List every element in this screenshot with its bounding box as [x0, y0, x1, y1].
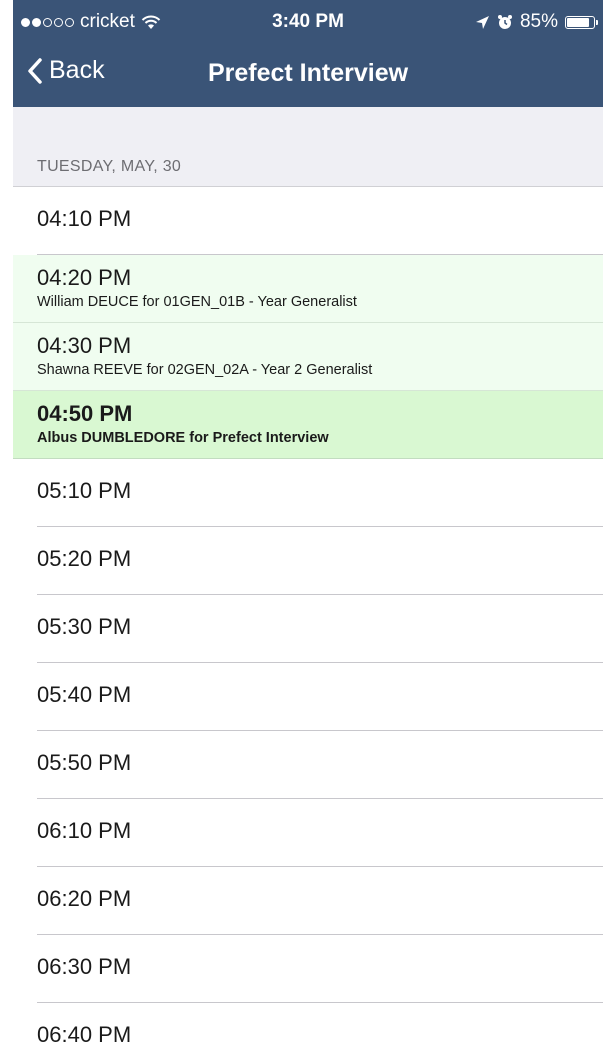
slot-time: 04:20 PM [37, 265, 132, 290]
time-slot-row[interactable]: 06:40 PM [13, 1003, 603, 1054]
slot-time: 06:30 PM [37, 954, 132, 979]
time-slot-row[interactable]: 05:40 PM [13, 663, 603, 731]
time-slot-row[interactable]: 04:10 PM [13, 187, 603, 255]
slot-booking-detail: Shawna REEVE for 02GEN_02A - Year 2 Gene… [37, 362, 373, 378]
time-slot-row[interactable]: 06:30 PM [13, 935, 603, 1003]
status-right-group: 85% [475, 11, 598, 33]
time-slot-row[interactable]: 06:20 PM [13, 867, 603, 935]
time-slot-row[interactable]: 05:10 PM [13, 459, 603, 527]
slot-time: 05:10 PM [37, 478, 132, 503]
battery-icon [565, 15, 598, 29]
slot-time: 04:30 PM [37, 333, 132, 358]
page-title: Prefect Interview [207, 59, 409, 87]
time-slot-row[interactable]: 04:20 PM William DEUCE for 01GEN_01B - Ye… [13, 255, 603, 323]
alarm-clock-icon [497, 15, 512, 29]
slot-booking-detail: William DEUCE for 01GEN_01B - Year Gener… [37, 294, 357, 310]
slot-time: 06:40 PM [37, 1022, 132, 1047]
slot-time: 04:50 PM [37, 401, 133, 426]
navigation-bar: Back Prefect Interview [13, 46, 603, 107]
time-slot-list: 04:10 PM 04:20 PM William DEUCE for 01GEN_… [13, 187, 603, 1054]
slot-time: 06:20 PM [37, 886, 132, 911]
time-slot-row[interactable]: 05:30 PM [13, 595, 603, 663]
slot-time: 05:20 PM [37, 546, 132, 571]
date-section-label: TUESDAY, MAY, 30 [37, 158, 182, 175]
phone-screen: cricket 3:40 PM 85% Back Prefect Intervi… [13, 0, 603, 1054]
time-slot-row[interactable]: 04:50 PM Albus DUMBLEDORE for Prefect Int… [13, 391, 603, 459]
date-section-header: TUESDAY, MAY, 30 [13, 107, 603, 187]
location-arrow-icon [475, 15, 489, 29]
slot-time: 05:30 PM [37, 614, 132, 639]
time-slot-row[interactable]: 05:20 PM [13, 527, 603, 595]
status-bar: cricket 3:40 PM 85% [13, 0, 603, 46]
slot-booking-detail: Albus DUMBLEDORE for Prefect Interview [37, 430, 329, 446]
time-slot-row[interactable]: 06:10 PM [13, 799, 603, 867]
slot-time: 06:10 PM [37, 818, 132, 843]
slot-time: 05:50 PM [37, 750, 132, 775]
battery-percent: 85% [519, 11, 558, 32]
time-slot-row[interactable]: 05:50 PM [13, 731, 603, 799]
slot-time: 05:40 PM [37, 682, 132, 707]
slot-time: 04:10 PM [37, 206, 132, 231]
app-header: cricket 3:40 PM 85% Back Prefect Intervi… [13, 0, 603, 107]
time-slot-row[interactable]: 04:30 PM Shawna REEVE for 02GEN_02A - Yea… [13, 323, 603, 391]
